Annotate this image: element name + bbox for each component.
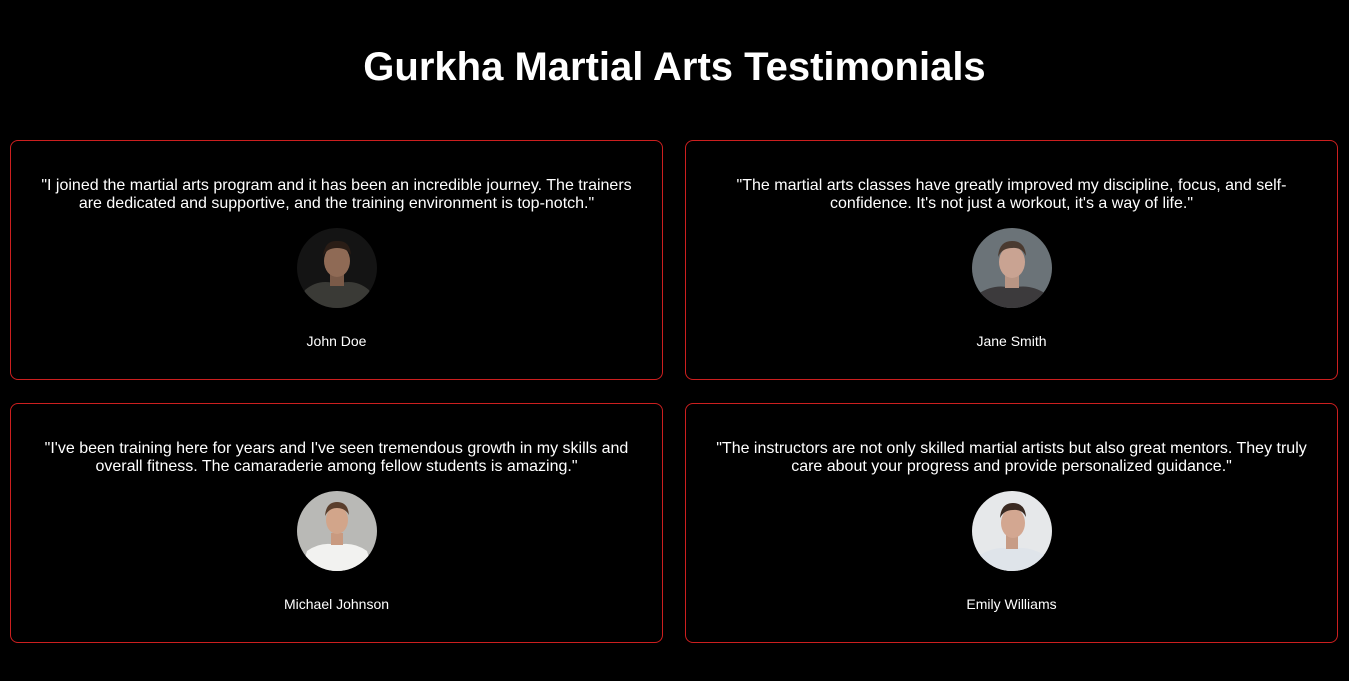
testimonial-card: "The instructors are not only skilled ma… — [685, 403, 1338, 643]
testimonials-page: Gurkha Martial Arts Testimonials "I join… — [0, 0, 1349, 681]
avatar — [971, 228, 1052, 308]
testimonial-quote: "The instructors are not only skilled ma… — [716, 440, 1307, 475]
testimonial-card: "I joined the martial arts program and i… — [10, 140, 663, 380]
avatar — [296, 228, 377, 308]
avatar — [971, 491, 1052, 571]
testimonial-quote: "I joined the martial arts program and i… — [41, 177, 632, 212]
testimonial-card: "The martial arts classes have greatly i… — [685, 140, 1338, 380]
testimonial-name: John Doe — [306, 333, 367, 349]
page-title: Gurkha Martial Arts Testimonials — [363, 45, 986, 89]
testimonial-name: Jane Smith — [976, 333, 1047, 349]
testimonial-quote: "I've been training here for years and I… — [44, 440, 629, 475]
testimonial-quote: "The martial arts classes have greatly i… — [736, 177, 1287, 212]
testimonial-card: "I've been training here for years and I… — [10, 403, 663, 643]
avatar — [296, 491, 377, 571]
testimonial-name: Emily Williams — [966, 596, 1057, 612]
testimonial-name: Michael Johnson — [283, 596, 390, 612]
